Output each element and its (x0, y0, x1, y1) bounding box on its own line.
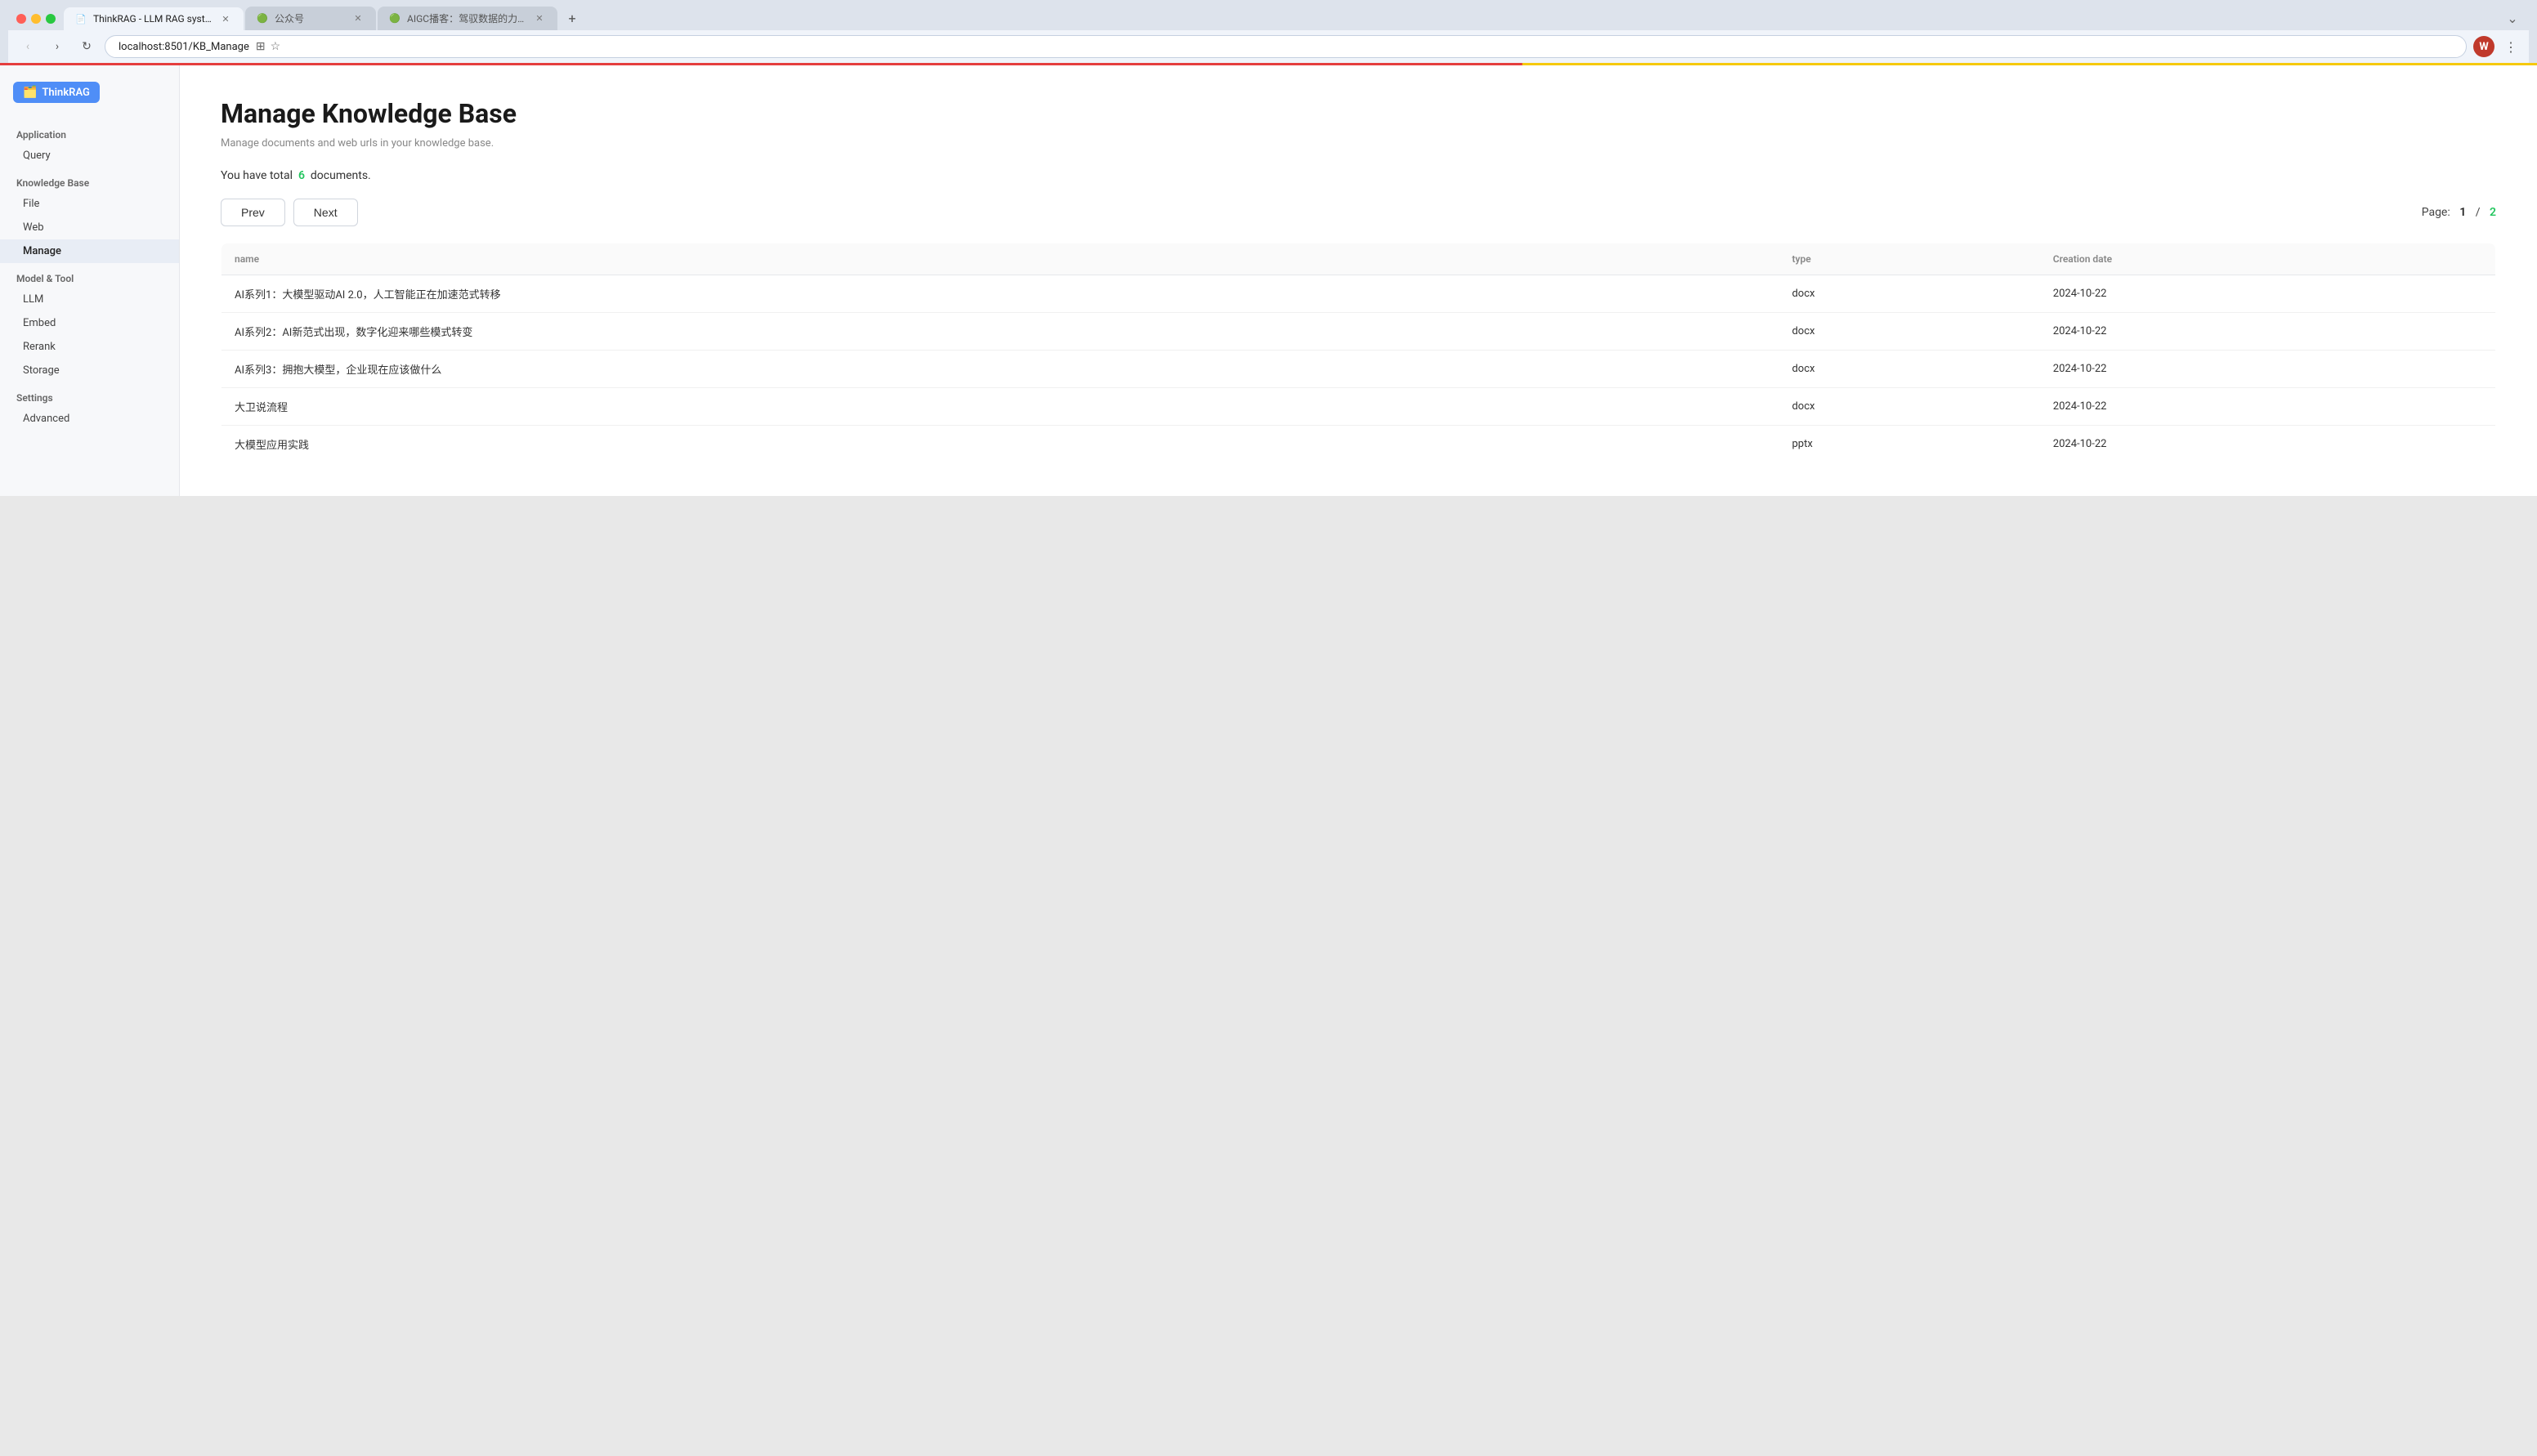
sidebar-nav: ApplicationQueryKnowledge BaseFileWebMan… (0, 123, 179, 434)
profile-button[interactable]: W (2473, 36, 2494, 57)
browser-tab-tab3[interactable]: 🟢 AIGC播客：驾驭数据的力量 ✕ (378, 7, 557, 30)
cell-type-3: docx (1779, 388, 2039, 426)
table-row[interactable]: 大卫说流程docx2024-10-22 (221, 388, 2496, 426)
sidebar-item-manage[interactable]: Manage (0, 239, 179, 263)
sidebar-item-query[interactable]: Query (0, 144, 179, 167)
current-page: 1 (2459, 206, 2466, 219)
sidebar-item-file[interactable]: File (0, 192, 179, 216)
table-body: AI系列1：大模型驱动AI 2.0，人工智能正在加速范式转移docx2024-1… (221, 275, 2496, 463)
tab-bar: 📄 ThinkRAG - LLM RAG system... ✕ 🟢 公众号 ✕… (64, 7, 2496, 30)
address-bar[interactable]: localhost:8501/KB_Manage ⊞ ☆ (105, 35, 2467, 58)
sidebar-item-storage[interactable]: Storage (0, 359, 179, 382)
tab-close[interactable]: ✕ (219, 12, 232, 25)
doc-count: You have total 6 documents. (221, 169, 2496, 182)
pagination-row: Prev Next Page: 1 / 2 (221, 199, 2496, 226)
cell-name-2: AI系列3：拥抱大模型，企业现在应该做什么 (221, 351, 1779, 388)
tab-close[interactable]: ✕ (533, 12, 546, 25)
new-tab-button[interactable]: + (561, 7, 584, 30)
cell-date-3: 2024-10-22 (2040, 388, 2496, 426)
address-text: localhost:8501/KB_Manage (119, 41, 249, 53)
main-content: Manage Knowledge Base Manage documents a… (180, 65, 2537, 496)
window-controls (8, 14, 64, 24)
cell-date-2: 2024-10-22 (2040, 351, 2496, 388)
tab-title: 公众号 (275, 11, 345, 25)
sidebar-section-settings: SettingsAdvanced (0, 386, 179, 431)
translate-icon[interactable]: ⊞ (256, 40, 266, 53)
page-title: Manage Knowledge Base (221, 98, 2496, 129)
tab-title: ThinkRAG - LLM RAG system... (93, 13, 213, 25)
sidebar-section-model-&-tool: Model & ToolLLMEmbedRerankStorage (0, 266, 179, 382)
back-button[interactable]: ‹ (16, 35, 39, 58)
app-container: 🗂️ ThinkRAG ApplicationQueryKnowledge Ba… (0, 65, 2537, 496)
tab-favicon: 🟢 (389, 13, 400, 25)
tab-menu-icon[interactable]: ⌄ (2496, 11, 2529, 26)
col-header-type: type (1779, 243, 2039, 275)
sidebar-item-advanced[interactable]: Advanced (0, 407, 179, 431)
documents-table: nametypeCreation date AI系列1：大模型驱动AI 2.0，… (221, 243, 2496, 463)
prev-button[interactable]: Prev (221, 199, 285, 226)
next-button[interactable]: Next (293, 199, 358, 226)
sidebar-section-knowledge-base: Knowledge BaseFileWebManage (0, 171, 179, 263)
cell-name-4: 大模型应用实践 (221, 426, 1779, 463)
cell-name-1: AI系列2：AI新范式出现，数字化迎来哪些模式转变 (221, 313, 1779, 351)
tab-favicon: 📄 (75, 13, 87, 25)
cell-type-4: pptx (1779, 426, 2039, 463)
cell-type-0: docx (1779, 275, 2039, 313)
logo-icon: 🗂️ (23, 86, 37, 99)
sidebar-item-web[interactable]: Web (0, 216, 179, 239)
bookmark-icon[interactable]: ☆ (271, 40, 281, 53)
sidebar-item-llm[interactable]: LLM (0, 288, 179, 311)
cell-date-4: 2024-10-22 (2040, 426, 2496, 463)
browser-tab-tab1[interactable]: 📄 ThinkRAG - LLM RAG system... ✕ (64, 7, 244, 30)
table-row[interactable]: AI系列1：大模型驱动AI 2.0，人工智能正在加速范式转移docx2024-1… (221, 275, 2496, 313)
browser-window: 📄 ThinkRAG - LLM RAG system... ✕ 🟢 公众号 ✕… (0, 0, 2537, 496)
sidebar-section-label-knowledge-base: Knowledge Base (0, 171, 179, 192)
tab-close[interactable]: ✕ (351, 12, 365, 25)
table-row[interactable]: AI系列2：AI新范式出现，数字化迎来哪些模式转变docx2024-10-22 (221, 313, 2496, 351)
col-header-name: name (221, 243, 1779, 275)
browser-chrome: 📄 ThinkRAG - LLM RAG system... ✕ 🟢 公众号 ✕… (0, 0, 2537, 63)
cell-type-2: docx (1779, 351, 2039, 388)
logo-badge: 🗂️ ThinkRAG (13, 82, 100, 103)
sidebar-item-rerank[interactable]: Rerank (0, 335, 179, 359)
page-separator: / (2476, 206, 2481, 219)
cell-name-3: 大卫说流程 (221, 388, 1779, 426)
browser-tab-tab2[interactable]: 🟢 公众号 ✕ (245, 7, 376, 30)
reload-button[interactable]: ↻ (75, 35, 98, 58)
pagination-buttons: Prev Next (221, 199, 358, 226)
minimize-button[interactable] (31, 14, 41, 24)
doc-count-number: 6 (298, 169, 305, 182)
page-info: Page: 1 / 2 (2422, 206, 2496, 219)
forward-button[interactable]: › (46, 35, 69, 58)
table-row[interactable]: AI系列3：拥抱大模型，企业现在应该做什么docx2024-10-22 (221, 351, 2496, 388)
doc-count-suffix: documents. (311, 169, 371, 182)
sidebar-section-application: ApplicationQuery (0, 123, 179, 167)
cell-name-0: AI系列1：大模型驱动AI 2.0，人工智能正在加速范式转移 (221, 275, 1779, 313)
table-header: nametypeCreation date (221, 243, 2496, 275)
page-subtitle: Manage documents and web urls in your kn… (221, 137, 2496, 150)
cell-date-1: 2024-10-22 (2040, 313, 2496, 351)
cell-date-0: 2024-10-22 (2040, 275, 2496, 313)
col-header-creation-date: Creation date (2040, 243, 2496, 275)
sidebar-section-label-application: Application (0, 123, 179, 144)
browser-menu-button[interactable]: ⋮ (2501, 38, 2521, 56)
logo-area: 🗂️ ThinkRAG (0, 82, 179, 123)
logo-text: ThinkRAG (42, 87, 89, 99)
sidebar-item-embed[interactable]: Embed (0, 311, 179, 335)
sidebar-section-label-settings: Settings (0, 386, 179, 407)
doc-count-prefix: You have total (221, 169, 293, 182)
tab-title: AIGC播客：驾驭数据的力量 (407, 11, 526, 25)
close-button[interactable] (16, 14, 26, 24)
sidebar: 🗂️ ThinkRAG ApplicationQueryKnowledge Ba… (0, 65, 180, 496)
page-label: Page: (2422, 206, 2450, 219)
total-pages: 2 (2490, 206, 2496, 219)
cell-type-1: docx (1779, 313, 2039, 351)
table-row[interactable]: 大模型应用实践pptx2024-10-22 (221, 426, 2496, 463)
sidebar-section-label-model-&-tool: Model & Tool (0, 266, 179, 288)
address-bar-row: ‹ › ↻ localhost:8501/KB_Manage ⊞ ☆ W ⋮ (8, 30, 2529, 63)
tab-favicon: 🟢 (257, 13, 268, 25)
maximize-button[interactable] (46, 14, 56, 24)
